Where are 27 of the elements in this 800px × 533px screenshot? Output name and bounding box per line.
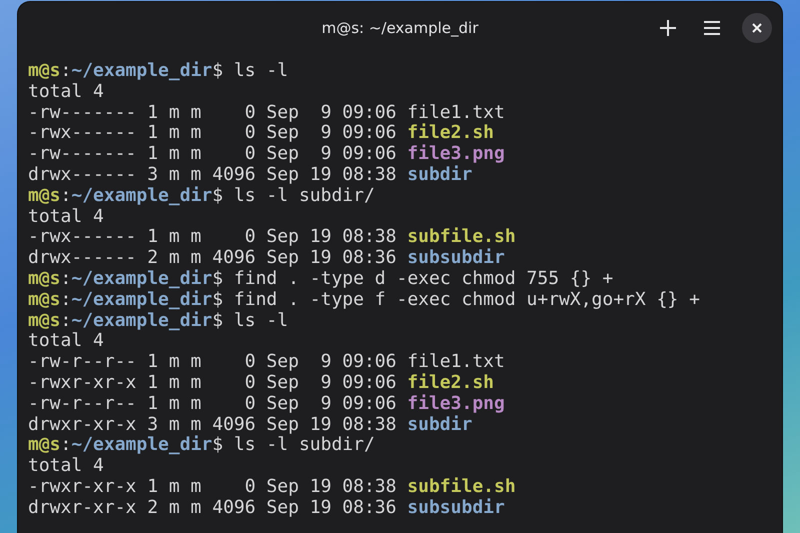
terminal-line: m@s:~/example_dir$ find . -type d -exec chmod 755 {} +	[28, 268, 614, 290]
close-icon	[752, 23, 762, 33]
terminal-line: m@s:~/example_dir$ find . -type f -exec chmod u+rwX,go+rX {} +	[28, 290, 700, 311]
plus-icon	[659, 19, 677, 37]
terminal-line: drwx------ 2 m m 4096 Sep 19 08:36 subsubdir	[28, 248, 505, 269]
terminal-line: m@s:~/example_dir$ ls -l	[28, 61, 288, 82]
terminal-line: drwxr-xr-x 2 m m 4096 Sep 19 08:36 subsubdir	[28, 498, 505, 519]
terminal-line: -rwxr-xr-x 1 m m 0 Sep 19 08:38 subfile.sh	[28, 476, 516, 498]
terminal-line: m@s:~/example_dir$ ls -l subdir/	[28, 435, 375, 456]
terminal-line: total 4	[28, 206, 104, 228]
terminal-line: -rwxr-xr-x 1 m m 0 Sep 9 09:06 file2.sh	[28, 372, 494, 394]
terminal-line: -rw------- 1 m m 0 Sep 9 09:06 file1.txt	[28, 102, 505, 123]
terminal-line: drwxr-xr-x 3 m m 4096 Sep 19 08:38 subdir	[28, 414, 472, 435]
terminal-line: -rw------- 1 m m 0 Sep 9 09:06 file3.png	[28, 144, 505, 165]
terminal-line: -rw-r--r-- 1 m m 0 Sep 9 09:06 file3.png	[28, 394, 505, 415]
menu-icon	[703, 20, 721, 36]
terminal-line: m@s:~/example_dir$ ls -l	[28, 310, 288, 332]
terminal-line: total 4	[28, 456, 104, 477]
window-title: m@s: ~/example_dir	[322, 19, 478, 37]
terminal-line: total 4	[28, 331, 104, 352]
terminal-line: -rwx------ 1 m m 0 Sep 19 08:38 subfile.sh	[28, 227, 516, 248]
terminal-line: -rwx------ 1 m m 0 Sep 9 09:06 file2.sh	[28, 123, 494, 144]
terminal-line: -rw-r--r-- 1 m m 0 Sep 9 09:06 file1.txt	[28, 352, 505, 373]
terminal-line: m@s:~/example_dir$ ls -l subdir/	[28, 186, 375, 207]
terminal-line: total 4	[28, 82, 104, 103]
close-button[interactable]	[742, 13, 772, 43]
terminal-line: drwx------ 3 m m 4096 Sep 19 08:38 subdir	[28, 164, 472, 186]
